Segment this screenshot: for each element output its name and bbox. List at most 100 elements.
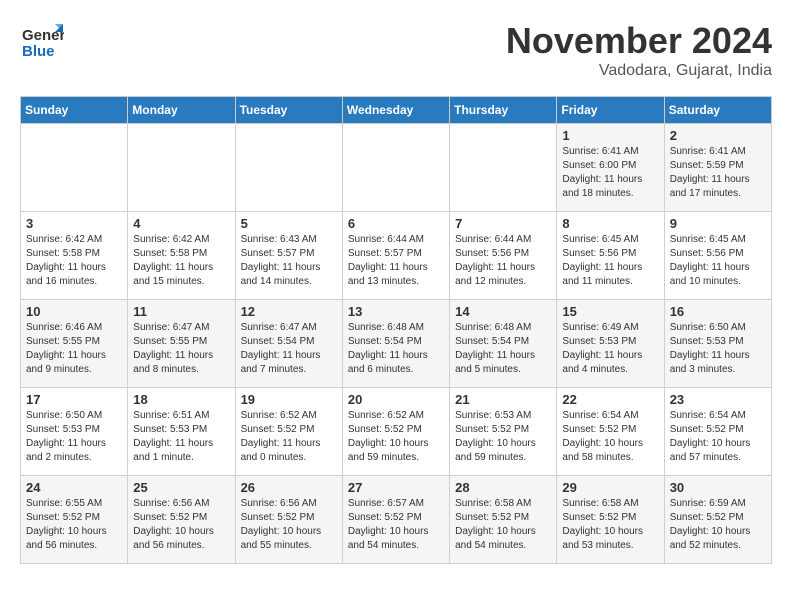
day-info: Sunrise: 6:56 AM Sunset: 5:52 PM Dayligh… xyxy=(241,497,337,553)
calendar-cell: 18 Sunrise: 6:51 AM Sunset: 5:53 PM Dayli… xyxy=(128,388,235,476)
calendar-cell: 20Sunrise: 6:52 AM Sunset: 5:52 PM Dayli… xyxy=(342,388,449,476)
calendar-cell: 7Sunrise: 6:44 AM Sunset: 5:56 PM Daylig… xyxy=(450,212,557,300)
day-info: Sunrise: 6:50 AM Sunset: 5:53 PM Dayligh… xyxy=(26,409,122,465)
day-info: Sunrise: 6:45 AM Sunset: 5:56 PM Dayligh… xyxy=(670,233,766,289)
day-number: 13 xyxy=(348,304,444,319)
day-number: 2 xyxy=(670,128,766,143)
calendar-cell: 10 Sunrise: 6:46 AM Sunset: 5:55 PM Dayli… xyxy=(21,300,128,388)
calendar-cell xyxy=(235,124,342,212)
day-number: 11 xyxy=(133,304,229,319)
day-number: 6 xyxy=(348,216,444,231)
day-info: Sunrise: 6:45 AM Sunset: 5:56 PM Dayligh… xyxy=(562,233,658,289)
day-number: 8 xyxy=(562,216,658,231)
day-info: Sunrise: 6:43 AM Sunset: 5:57 PM Dayligh… xyxy=(241,233,337,289)
logo-svg: General Blue xyxy=(20,20,64,64)
calendar-cell: 30 Sunrise: 6:59 AM Sunset: 5:52 PM Dayli… xyxy=(664,476,771,564)
day-info: Sunrise: 6:57 AM Sunset: 5:52 PM Dayligh… xyxy=(348,497,444,553)
day-info: Sunrise: 6:48 AM Sunset: 5:54 PM Dayligh… xyxy=(348,321,444,377)
day-info: Sunrise: 6:54 AM Sunset: 5:52 PM Dayligh… xyxy=(562,409,658,465)
day-number: 15 xyxy=(562,304,658,319)
day-info: Sunrise: 6:47 AM Sunset: 5:54 PM Dayligh… xyxy=(241,321,337,377)
weekday-header-wednesday: Wednesday xyxy=(342,97,449,124)
day-number: 1 xyxy=(562,128,658,143)
day-number: 9 xyxy=(670,216,766,231)
day-number: 25 xyxy=(133,480,229,495)
weekday-header-monday: Monday xyxy=(128,97,235,124)
day-number: 18 xyxy=(133,392,229,407)
weekday-header-friday: Friday xyxy=(557,97,664,124)
day-number: 23 xyxy=(670,392,766,407)
day-info: Sunrise: 6:48 AM Sunset: 5:54 PM Dayligh… xyxy=(455,321,551,377)
calendar-cell xyxy=(21,124,128,212)
calendar-cell: 27 Sunrise: 6:57 AM Sunset: 5:52 PM Dayli… xyxy=(342,476,449,564)
location: Vadodara, Gujarat, India xyxy=(506,62,772,80)
calendar-cell: 5 Sunrise: 6:43 AM Sunset: 5:57 PM Daylig… xyxy=(235,212,342,300)
calendar-cell: 21 Sunrise: 6:53 AM Sunset: 5:52 PM Dayli… xyxy=(450,388,557,476)
weekday-header-saturday: Saturday xyxy=(664,97,771,124)
day-number: 5 xyxy=(241,216,337,231)
day-number: 3 xyxy=(26,216,122,231)
day-info: Sunrise: 6:49 AM Sunset: 5:53 PM Dayligh… xyxy=(562,321,658,377)
calendar-cell: 28 Sunrise: 6:58 AM Sunset: 5:52 PM Dayli… xyxy=(450,476,557,564)
day-info: Sunrise: 6:58 AM Sunset: 5:52 PM Dayligh… xyxy=(455,497,551,553)
day-info: Sunrise: 6:59 AM Sunset: 5:52 PM Dayligh… xyxy=(670,497,766,553)
day-info: Sunrise: 6:54 AM Sunset: 5:52 PM Dayligh… xyxy=(670,409,766,465)
weekday-header-sunday: Sunday xyxy=(21,97,128,124)
day-number: 24 xyxy=(26,480,122,495)
day-info: Sunrise: 6:44 AM Sunset: 5:56 PM Dayligh… xyxy=(455,233,551,289)
calendar-cell xyxy=(450,124,557,212)
calendar-cell: 16Sunrise: 6:50 AM Sunset: 5:53 PM Dayli… xyxy=(664,300,771,388)
calendar-cell xyxy=(342,124,449,212)
calendar-cell: 24 Sunrise: 6:55 AM Sunset: 5:52 PM Dayli… xyxy=(21,476,128,564)
calendar-cell: 15 Sunrise: 6:49 AM Sunset: 5:53 PM Dayli… xyxy=(557,300,664,388)
day-number: 22 xyxy=(562,392,658,407)
day-number: 21 xyxy=(455,392,551,407)
calendar-cell: 17 Sunrise: 6:50 AM Sunset: 5:53 PM Dayli… xyxy=(21,388,128,476)
day-number: 29 xyxy=(562,480,658,495)
calendar-cell: 8 Sunrise: 6:45 AM Sunset: 5:56 PM Daylig… xyxy=(557,212,664,300)
day-number: 30 xyxy=(670,480,766,495)
day-number: 28 xyxy=(455,480,551,495)
day-number: 10 xyxy=(26,304,122,319)
day-info: Sunrise: 6:51 AM Sunset: 5:53 PM Dayligh… xyxy=(133,409,229,465)
calendar-cell: 25Sunrise: 6:56 AM Sunset: 5:52 PM Dayli… xyxy=(128,476,235,564)
day-number: 17 xyxy=(26,392,122,407)
calendar-cell xyxy=(128,124,235,212)
calendar-cell: 6 Sunrise: 6:44 AM Sunset: 5:57 PM Daylig… xyxy=(342,212,449,300)
day-info: Sunrise: 6:55 AM Sunset: 5:52 PM Dayligh… xyxy=(26,497,122,553)
day-info: Sunrise: 6:50 AM Sunset: 5:53 PM Dayligh… xyxy=(670,321,766,377)
day-info: Sunrise: 6:42 AM Sunset: 5:58 PM Dayligh… xyxy=(133,233,229,289)
calendar-header-row: SundayMondayTuesdayWednesdayThursdayFrid… xyxy=(21,97,772,124)
day-info: Sunrise: 6:53 AM Sunset: 5:52 PM Dayligh… xyxy=(455,409,551,465)
calendar-cell: 23 Sunrise: 6:54 AM Sunset: 5:52 PM Dayli… xyxy=(664,388,771,476)
day-info: Sunrise: 6:42 AM Sunset: 5:58 PM Dayligh… xyxy=(26,233,122,289)
calendar-cell: 9 Sunrise: 6:45 AM Sunset: 5:56 PM Daylig… xyxy=(664,212,771,300)
calendar-cell: 11 Sunrise: 6:47 AM Sunset: 5:55 PM Dayli… xyxy=(128,300,235,388)
page-header: General Blue November 2024 Vadodara, Guj… xyxy=(20,20,772,80)
day-number: 27 xyxy=(348,480,444,495)
calendar-cell: 1 Sunrise: 6:41 AM Sunset: 6:00 PM Daylig… xyxy=(557,124,664,212)
calendar-cell: 19Sunrise: 6:52 AM Sunset: 5:52 PM Dayli… xyxy=(235,388,342,476)
calendar-cell: 12 Sunrise: 6:47 AM Sunset: 5:54 PM Dayli… xyxy=(235,300,342,388)
day-number: 12 xyxy=(241,304,337,319)
day-info: Sunrise: 6:41 AM Sunset: 6:00 PM Dayligh… xyxy=(562,145,658,201)
calendar-cell: 4 Sunrise: 6:42 AM Sunset: 5:58 PM Daylig… xyxy=(128,212,235,300)
calendar-cell: 13 Sunrise: 6:48 AM Sunset: 5:54 PM Dayli… xyxy=(342,300,449,388)
calendar-week-row: 17 Sunrise: 6:50 AM Sunset: 5:53 PM Dayli… xyxy=(21,388,772,476)
day-info: Sunrise: 6:46 AM Sunset: 5:55 PM Dayligh… xyxy=(26,321,122,377)
weekday-header-thursday: Thursday xyxy=(450,97,557,124)
calendar-cell: 29Sunrise: 6:58 AM Sunset: 5:52 PM Dayli… xyxy=(557,476,664,564)
day-info: Sunrise: 6:44 AM Sunset: 5:57 PM Dayligh… xyxy=(348,233,444,289)
calendar-cell: 22 Sunrise: 6:54 AM Sunset: 5:52 PM Dayli… xyxy=(557,388,664,476)
logo: General Blue xyxy=(20,20,64,64)
day-info: Sunrise: 6:47 AM Sunset: 5:55 PM Dayligh… xyxy=(133,321,229,377)
title-block: November 2024 Vadodara, Gujarat, India xyxy=(506,20,772,80)
calendar-cell: 14Sunrise: 6:48 AM Sunset: 5:54 PM Dayli… xyxy=(450,300,557,388)
calendar-cell: 2Sunrise: 6:41 AM Sunset: 5:59 PM Daylig… xyxy=(664,124,771,212)
day-number: 19 xyxy=(241,392,337,407)
calendar-cell: 3 Sunrise: 6:42 AM Sunset: 5:58 PM Daylig… xyxy=(21,212,128,300)
calendar-week-row: 24 Sunrise: 6:55 AM Sunset: 5:52 PM Dayli… xyxy=(21,476,772,564)
day-number: 4 xyxy=(133,216,229,231)
calendar-cell: 26 Sunrise: 6:56 AM Sunset: 5:52 PM Dayli… xyxy=(235,476,342,564)
day-number: 26 xyxy=(241,480,337,495)
